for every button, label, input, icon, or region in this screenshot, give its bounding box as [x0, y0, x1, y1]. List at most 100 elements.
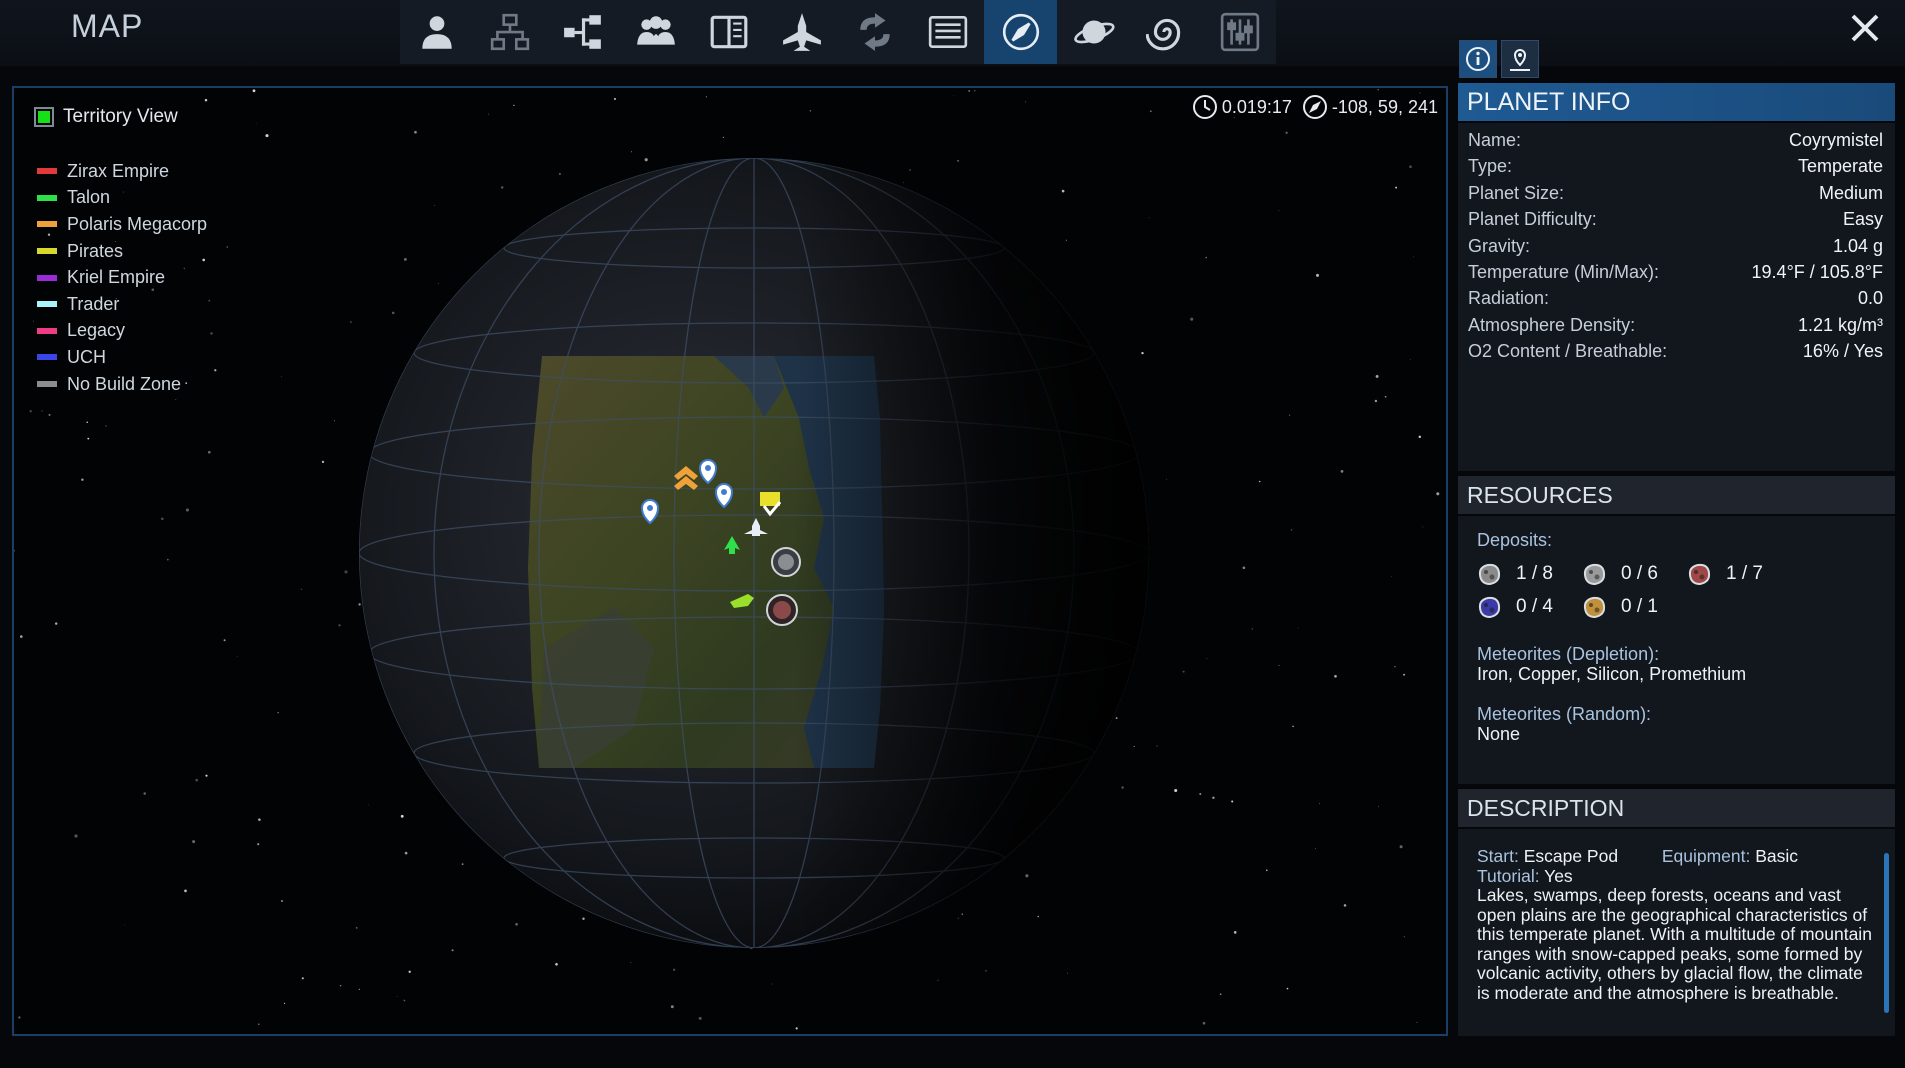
- description-body: Lakes, swamps, deep forests, oceans and …: [1477, 885, 1872, 1003]
- legend-swatch: [37, 168, 57, 175]
- legend-item: No Build Zone: [34, 371, 207, 398]
- planet-globe[interactable]: [14, 88, 1448, 1036]
- legend-label: Kriel Empire: [67, 267, 166, 288]
- info-key: Temperature (Min/Max):: [1468, 261, 1660, 282]
- resources-header: RESOURCES: [1458, 476, 1895, 514]
- magmatic-ore-icon: [1688, 563, 1711, 585]
- info-key: Atmosphere Density:: [1468, 314, 1636, 335]
- tutorial-label: Tutorial:: [1477, 865, 1540, 886]
- codex-icon[interactable]: [692, 0, 765, 64]
- legend-swatch: [37, 274, 57, 281]
- legend-label: Legacy: [67, 320, 126, 341]
- legend-item: Zirax Empire: [34, 158, 207, 185]
- info-row: Name: Coyrymistel: [1458, 127, 1895, 153]
- tab-poi[interactable]: [1501, 40, 1539, 78]
- info-icon: [1466, 47, 1490, 71]
- planet-icon[interactable]: [1057, 0, 1130, 64]
- equipment-value: Basic: [1755, 847, 1799, 866]
- legend-swatch: [37, 221, 57, 228]
- player-icon[interactable]: [400, 0, 473, 64]
- legend-item: Legacy: [34, 318, 207, 345]
- meteor-depletion-label: Meteorites (Depletion):: [1477, 644, 1660, 664]
- deposit-entry: 0 / 1: [1581, 592, 1686, 623]
- info-key: Type:: [1468, 156, 1513, 177]
- compass-icon: [1302, 95, 1327, 119]
- territory-view-checkbox[interactable]: [34, 107, 54, 127]
- legend-swatch: [37, 194, 57, 201]
- territory-view-toggle[interactable]: Territory View: [34, 106, 207, 128]
- legend-swatch: [37, 248, 57, 255]
- swap-icon[interactable]: [838, 0, 911, 64]
- legend-item: Talon: [34, 185, 207, 212]
- info-key: Gravity:: [1468, 235, 1531, 256]
- deposit-count: 0 / 1: [1621, 596, 1658, 617]
- log-icon[interactable]: [911, 0, 984, 64]
- compass-icon[interactable]: [984, 0, 1057, 64]
- description-header: DESCRIPTION: [1458, 789, 1895, 827]
- info-row: Type: Temperate: [1458, 153, 1895, 179]
- legend-item: Pirates: [34, 238, 207, 265]
- deposit-count: 0 / 4: [1516, 596, 1553, 617]
- settings-icon[interactable]: [1203, 0, 1276, 64]
- game-time: 0.019:17: [1221, 96, 1292, 117]
- top-bar: MAP: [0, 0, 1905, 66]
- tab-planet-info[interactable]: [1459, 40, 1497, 78]
- sand-icon: [1583, 596, 1606, 619]
- deposit-entry: 1 / 8: [1476, 558, 1581, 589]
- close-icon: [1851, 14, 1879, 42]
- description-text: Start: Escape Pod Equipment: Basic Tutor…: [1477, 847, 1872, 1027]
- legend-label: Trader: [67, 293, 120, 314]
- window-title: MAP: [71, 8, 144, 44]
- legend-label: Zirax Empire: [67, 160, 170, 181]
- deposits-label: Deposits:: [1477, 530, 1553, 550]
- planet-info-panel: Name: Coyrymistel Type: Temperate Planet Siz…: [1458, 123, 1895, 471]
- info-value: 16% / Yes: [1802, 341, 1883, 362]
- planet-info-header: PLANET INFO: [1458, 83, 1895, 121]
- map-viewport[interactable]: Territory View Zirax Empire Talon Polaris …: [12, 86, 1448, 1036]
- legend-label: No Build Zone: [67, 373, 182, 394]
- legend-swatch: [37, 381, 57, 388]
- info-value: Easy: [1842, 209, 1883, 230]
- spaceship-icon[interactable]: [765, 0, 838, 64]
- info-value: 0.0: [1857, 288, 1883, 309]
- meteor-random-value: None: [1477, 724, 1521, 744]
- territory-view-label: Territory View: [63, 106, 178, 127]
- info-row: Atmosphere Density: 1.21 kg/m³: [1458, 312, 1895, 338]
- start-label: Start:: [1477, 847, 1519, 866]
- info-value: 1.21 kg/m³: [1797, 314, 1883, 335]
- tech-tree-icon[interactable]: [546, 0, 619, 64]
- start-value: Escape Pod: [1523, 847, 1619, 866]
- description-scrollbar[interactable]: [1884, 853, 1889, 1013]
- clock-icon: [1192, 95, 1217, 119]
- legend-item: UCH: [34, 344, 207, 371]
- structures-icon[interactable]: [473, 0, 546, 64]
- close-button[interactable]: [1843, 6, 1887, 50]
- iron-ore-icon: [1478, 563, 1501, 585]
- territory-legend: Territory View Zirax Empire Talon Polaris …: [34, 106, 207, 397]
- tutorial-value: Yes: [1544, 865, 1573, 886]
- description-panel[interactable]: Start: Escape Pod Equipment: Basic Tutor…: [1458, 829, 1895, 1036]
- meteor-depletion-value: Iron, Copper, Silicon, Promethium: [1477, 664, 1747, 684]
- info-key: Name:: [1468, 130, 1522, 150]
- legend-label: Polaris Megacorp: [67, 213, 208, 234]
- legend-label: UCH: [67, 346, 106, 367]
- meteor-random-label: Meteorites (Random):: [1477, 704, 1652, 724]
- info-row: Planet Size: Medium: [1458, 180, 1895, 206]
- player-coordinates: -108, 59, 241: [1331, 96, 1438, 117]
- info-value: 19.4°F / 105.8°F: [1751, 261, 1883, 282]
- faction-icon[interactable]: [619, 0, 692, 64]
- legend-item: Trader: [34, 291, 207, 318]
- legend-swatch: [37, 301, 57, 308]
- info-row: Planet Difficulty: Easy: [1458, 206, 1895, 232]
- galaxy-icon[interactable]: [1130, 0, 1203, 64]
- deposit-entry: 0 / 6: [1581, 558, 1686, 589]
- legend-label: Pirates: [67, 240, 124, 261]
- info-value: Medium: [1818, 182, 1883, 203]
- deposits-list: 1 / 8 0 / 6 1 / 7 0 / 4 0 / 1: [1476, 558, 1886, 625]
- equipment-label: Equipment:: [1661, 847, 1751, 866]
- info-value: Temperate: [1797, 156, 1883, 177]
- crystal-ore-icon: [1478, 596, 1501, 619]
- legend-label: Talon: [67, 187, 111, 208]
- location-pin-icon: [1510, 49, 1530, 71]
- resources-panel: Deposits: 1 / 8 0 / 6 1 / 7 0 / 4 0 / 1 Mete…: [1458, 516, 1895, 784]
